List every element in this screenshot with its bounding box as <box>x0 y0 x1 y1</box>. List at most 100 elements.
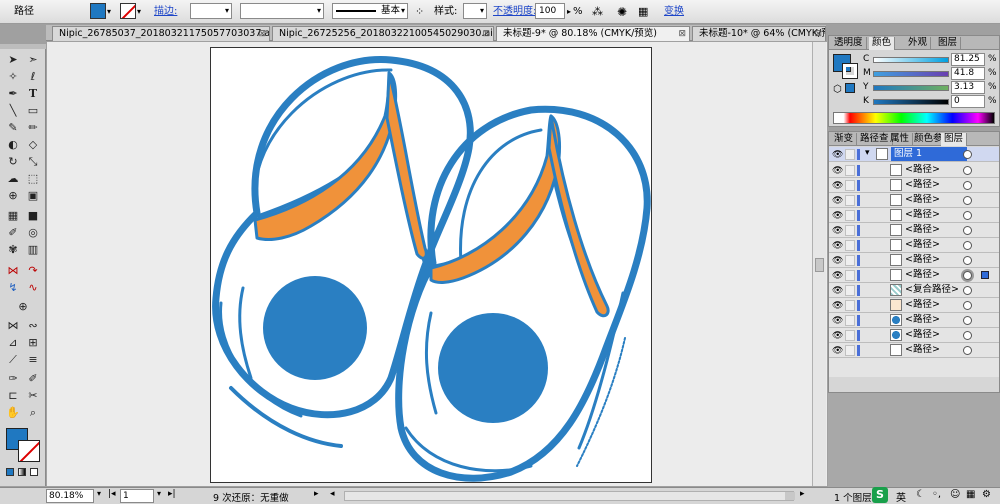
flip-flops-illustration[interactable] <box>211 48 651 482</box>
slice-tool-icon[interactable]: ⊿ <box>4 335 22 350</box>
settings-icon[interactable]: ⚙ <box>982 489 991 500</box>
type-tool-icon[interactable]: T <box>24 86 42 101</box>
eyedropper-alt-tool-icon[interactable]: ✐ <box>24 371 42 386</box>
chevron-right-icon[interactable]: ▸ <box>314 489 319 499</box>
layer-item[interactable]: 👁 <路径> <box>829 193 999 208</box>
crop-tool-icon[interactable]: ⊏ <box>4 388 22 403</box>
artboard-tool-icon[interactable]: ⊞ <box>24 335 42 350</box>
target-circle[interactable] <box>963 346 972 355</box>
gradient-mode-icon[interactable] <box>18 468 26 476</box>
target-circle[interactable] <box>963 316 972 325</box>
close-icon[interactable]: ⊠ <box>258 27 266 41</box>
lock-toggle[interactable] <box>845 165 855 176</box>
keyboard-icon[interactable]: ▦ <box>966 489 975 500</box>
eye-icon[interactable]: 👁 <box>832 166 843 176</box>
symbol-sprayer-tool-icon[interactable]: ✾ <box>4 242 22 257</box>
eye-icon[interactable]: 👁 <box>832 271 843 281</box>
eye-icon[interactable]: 👁 <box>832 241 843 251</box>
layer-item[interactable]: 👁 <路径> <box>829 298 999 313</box>
rotate-tool-icon[interactable]: ↻ <box>4 154 22 169</box>
eye-icon[interactable]: 👁 <box>832 181 843 191</box>
live-paint-tool-icon[interactable]: ▣ <box>24 188 42 203</box>
chevron-right-icon[interactable]: ▸ <box>567 3 571 21</box>
target-circle[interactable] <box>963 226 972 235</box>
paintbrush-tool-icon[interactable]: ✎ <box>4 120 22 135</box>
target-circle[interactable] <box>963 241 972 250</box>
eye-icon[interactable]: 👁 <box>832 301 843 311</box>
stroke-style-dropdown[interactable]: 基本 ▾ <box>332 3 408 19</box>
lock-toggle[interactable] <box>845 195 855 206</box>
target-circle[interactable] <box>963 196 972 205</box>
next-artboard-icon[interactable]: ▸| <box>168 489 176 499</box>
eye-icon[interactable]: 👁 <box>832 226 843 236</box>
punctuation-icon[interactable]: ◦, <box>932 489 941 500</box>
lock-toggle[interactable] <box>845 315 855 326</box>
color-mode-icon[interactable] <box>6 468 14 476</box>
stroke-swatch[interactable] <box>120 3 136 19</box>
curvature-tool-icon[interactable]: ↷ <box>24 263 42 278</box>
pen-tool-icon[interactable]: ✒ <box>4 86 22 101</box>
first-artboard-icon[interactable]: |◂ <box>108 489 116 499</box>
lock-toggle[interactable] <box>845 225 855 236</box>
scroll-left-icon[interactable]: ◂ <box>330 489 335 499</box>
recolor-icon[interactable]: ⁂ <box>592 3 603 21</box>
anchor-tool-icon[interactable]: ↯ <box>4 280 22 295</box>
last-color-swatch[interactable] <box>845 83 855 93</box>
layer-item[interactable]: 👁 <复合路径> <box>829 283 999 298</box>
target-circle[interactable] <box>963 166 972 175</box>
eye-icon[interactable]: 👁 <box>832 256 843 266</box>
lock-toggle[interactable] <box>845 180 855 191</box>
lock-toggle[interactable] <box>845 149 855 160</box>
target-circle[interactable] <box>963 256 972 265</box>
artboard-index[interactable]: 1 <box>120 489 154 503</box>
selection-tool-icon[interactable]: ➤ <box>4 52 22 67</box>
lock-toggle[interactable] <box>845 270 855 281</box>
none-mode-icon[interactable] <box>30 468 38 476</box>
color-spectrum[interactable] <box>833 112 995 124</box>
vertical-scrollbar[interactable] <box>812 42 826 486</box>
target-circle[interactable] <box>963 150 972 159</box>
tab-layers[interactable]: 图层 <box>941 133 968 146</box>
target-circle[interactable] <box>963 211 972 220</box>
lock-toggle[interactable] <box>845 330 855 341</box>
measure-tool-icon[interactable]: ✑ <box>4 371 22 386</box>
channel-k[interactable]: K 0 % <box>863 95 997 108</box>
transform-link[interactable]: 变换 <box>664 3 684 21</box>
doc-tab-active[interactable]: 未标题-9* @ 80.18% (CMYK/预览) ⊠ <box>496 26 690 41</box>
chevron-down-icon[interactable]: ▾ <box>107 3 111 21</box>
align-icon[interactable]: ⁘ <box>415 3 424 21</box>
perspective-grid-tool-icon[interactable]: ▦ <box>4 208 22 223</box>
knife-tool-icon[interactable]: ⟋ <box>4 352 22 367</box>
stroke-weight-dropdown[interactable]: ▾ <box>190 3 232 19</box>
scissors-tool-icon[interactable]: ✂ <box>24 388 42 403</box>
lasso-tool-icon[interactable]: ℓ <box>24 69 42 84</box>
ime-logo-icon[interactable]: S <box>872 487 888 503</box>
chevron-down-icon[interactable]: ▾ <box>137 3 141 21</box>
doc-tab[interactable]: Nipic_26725256_20180322100545029030.ai* ⊠ <box>272 26 494 41</box>
chevron-down-icon[interactable]: ▾ <box>97 489 101 498</box>
lock-toggle[interactable] <box>845 255 855 266</box>
direct-selection-tool-icon[interactable]: ➣ <box>24 52 42 67</box>
layer-item[interactable]: 👁 <路径> <box>829 163 999 178</box>
layer-item[interactable]: 👁 <路径> <box>829 238 999 253</box>
eye-icon[interactable]: 👁 <box>832 316 843 326</box>
target-circle[interactable] <box>963 181 972 190</box>
ime-lang-icon[interactable]: 英 <box>896 489 906 504</box>
layer-item[interactable]: 👁 <路径> <box>829 313 999 328</box>
lock-toggle[interactable] <box>845 300 855 311</box>
globe-icon[interactable]: ✺ <box>617 3 627 21</box>
tab-attributes[interactable]: 属性 <box>887 133 914 146</box>
gradient-tool-icon[interactable]: ■ <box>24 208 42 223</box>
layer-name[interactable]: 图层 1 <box>891 147 967 161</box>
lock-toggle[interactable] <box>845 210 855 221</box>
style-dropdown[interactable]: ▾ <box>463 3 487 19</box>
layer-item[interactable]: 👁 <路径> <box>829 253 999 268</box>
target-circle[interactable] <box>963 286 972 295</box>
channel-y[interactable]: Y 3.13 % <box>863 81 997 94</box>
selection-indicator[interactable] <box>981 271 989 279</box>
eye-icon[interactable]: 👁 <box>832 196 843 206</box>
pencil-tool-icon[interactable]: ✏ <box>24 120 42 135</box>
target-circle[interactable] <box>963 331 972 340</box>
mesh-tool-icon[interactable]: ⋈ <box>4 318 22 333</box>
zoom-dropdown[interactable]: 80.18% <box>46 489 94 503</box>
